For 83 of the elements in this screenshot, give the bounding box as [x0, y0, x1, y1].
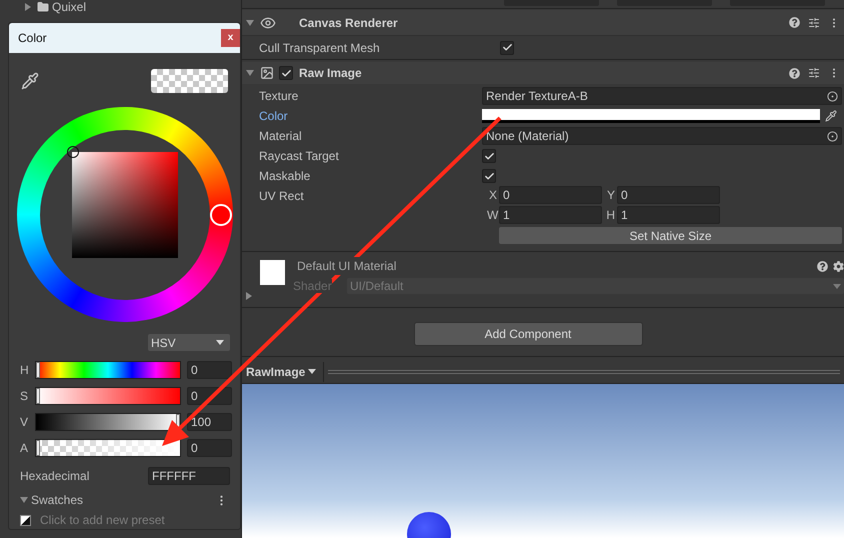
swatches-label: Swatches	[31, 492, 84, 509]
object-picker-icon[interactable]	[827, 130, 838, 142]
checkbox[interactable]	[482, 149, 496, 163]
axis-label: H	[605, 207, 616, 224]
number-field[interactable]: 0	[617, 186, 720, 204]
preview-dropdown[interactable]: RawImage	[242, 362, 324, 382]
slider-thumb[interactable]	[36, 362, 40, 378]
object-field[interactable]: None (Material)	[482, 127, 842, 145]
property-label: Raycast Target	[258, 148, 340, 165]
value-text: None (Material)	[485, 128, 569, 145]
channel-label: S	[19, 388, 30, 405]
channel-value-field[interactable]: 0	[187, 361, 232, 379]
help-icon[interactable]	[789, 68, 800, 78]
color-field[interactable]	[482, 109, 820, 123]
channel-slider[interactable]	[35, 361, 181, 379]
component-title: Canvas Renderer	[299, 14, 398, 32]
checkbox[interactable]	[482, 169, 496, 183]
eyedropper-icon[interactable]	[21, 72, 39, 90]
property-label: UV Rect	[258, 188, 305, 205]
number-field[interactable]: 1	[499, 206, 602, 224]
channel-value-field[interactable]: 100	[187, 413, 232, 431]
mode-dropdown[interactable]: HSV	[148, 334, 230, 351]
number-field[interactable]: 1	[617, 206, 720, 224]
caret-right-icon[interactable]	[245, 292, 253, 300]
folder-icon	[37, 1, 49, 13]
preset-icon[interactable]	[20, 514, 31, 526]
property-label: Cull Transparent Mesh	[258, 40, 381, 56]
channel-label: H	[19, 362, 30, 379]
caret-down-icon	[308, 369, 316, 374]
property-label: Maskable	[258, 168, 312, 185]
presets-icon[interactable]	[808, 16, 820, 28]
component-header[interactable]: Raw Image	[242, 62, 844, 84]
hex-field[interactable]: FFFFFF	[148, 467, 230, 485]
component-title: Raw Image	[299, 65, 362, 82]
property-label: Material	[258, 128, 303, 145]
eye-icon	[260, 14, 276, 30]
eyedropper-icon[interactable]	[825, 110, 837, 122]
check-icon	[502, 42, 512, 53]
value-text: Render TextureA-B	[485, 88, 588, 105]
hierarchy-item[interactable]: Quixel	[52, 0, 86, 16]
help-icon[interactable]	[789, 17, 800, 28]
caret-down-icon[interactable]	[246, 69, 254, 77]
channel-label: V	[19, 414, 30, 431]
check-icon	[280, 68, 292, 78]
property-label: Color	[258, 108, 289, 125]
image-icon	[260, 66, 274, 80]
component-header[interactable]: Canvas Renderer	[242, 10, 844, 36]
picker-handle[interactable]	[67, 146, 79, 158]
hex-label: Hexadecimal	[19, 468, 90, 485]
saturation-value-square[interactable]	[72, 152, 178, 258]
checkbox[interactable]	[500, 40, 514, 54]
axis-label: X	[488, 187, 498, 204]
add-component-button[interactable]: Add Component	[414, 322, 642, 346]
window-title: Color	[17, 30, 47, 47]
axis-label: Y	[606, 187, 616, 204]
channel-slider[interactable]	[35, 439, 181, 457]
material-thumbnail	[260, 260, 285, 285]
material-name: Default UI Material	[297, 257, 396, 275]
slider-thumb[interactable]	[36, 388, 40, 404]
presets-icon[interactable]	[808, 67, 820, 79]
caret-down-icon	[216, 340, 224, 345]
channel-slider[interactable]	[35, 387, 181, 405]
channel-label: A	[19, 440, 30, 457]
caret-down-icon	[833, 284, 841, 288]
check-icon	[484, 150, 494, 162]
checkbox[interactable]	[279, 66, 293, 80]
caret-down-icon[interactable]	[20, 496, 28, 504]
settings-icon[interactable]	[833, 260, 844, 272]
object-field[interactable]: Render TextureA-B	[482, 87, 842, 105]
channel-slider[interactable]	[35, 413, 181, 431]
close-button[interactable]: x	[221, 28, 240, 47]
object-picker-icon[interactable]	[827, 90, 838, 102]
caret-right-icon[interactable]	[24, 3, 32, 11]
axis-label: W	[487, 207, 499, 224]
channel-value-field[interactable]: 0	[187, 439, 232, 457]
set-native-size-button[interactable]: Set Native Size	[499, 227, 842, 244]
number-field[interactable]: 0	[499, 186, 602, 204]
help-icon[interactable]	[817, 260, 828, 272]
caret-down-icon[interactable]	[246, 18, 254, 26]
check-icon	[484, 170, 494, 182]
property-label: Texture	[258, 88, 300, 105]
hue-handle[interactable]	[210, 204, 232, 226]
slider-thumb[interactable]	[36, 440, 40, 456]
